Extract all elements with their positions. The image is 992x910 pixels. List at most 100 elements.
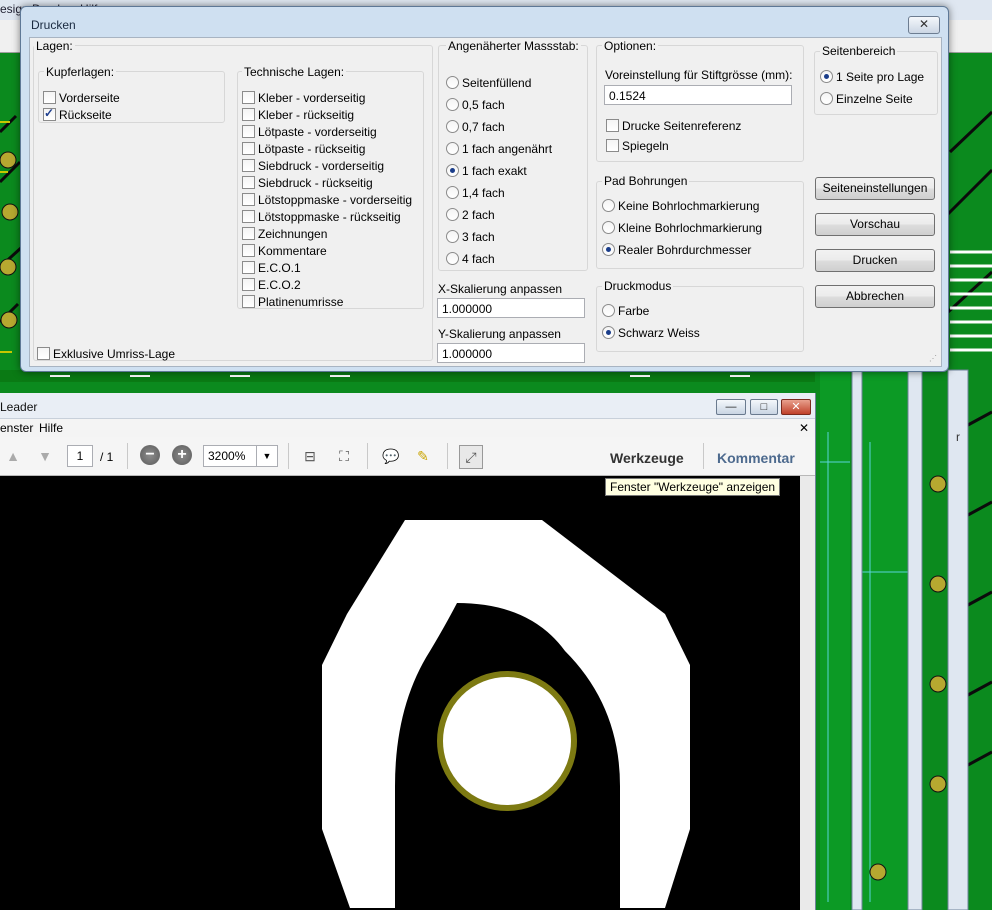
zoom-dropdown-icon[interactable]: ▼ — [256, 445, 278, 467]
technical-layer-label: Siebdruck - rückseitig — [258, 176, 373, 190]
next-page-icon[interactable]: ▼ — [34, 445, 56, 467]
fit-width-icon[interactable]: ⊟ — [299, 445, 321, 467]
technical-layer-checkbox[interactable] — [242, 295, 255, 308]
technical-layer-label: Lötpaste - vorderseitig — [258, 125, 377, 139]
technical-layer-checkbox[interactable] — [242, 108, 255, 121]
highlight-icon[interactable]: ✎ — [412, 445, 434, 467]
copper-layer-checkbox[interactable] — [43, 91, 56, 104]
pdf-reader-window: Leader — □ ✕ enster Hilfe ✕ ▲ ▼ 1 / 1 − … — [0, 393, 816, 910]
menu-item-help[interactable]: Hilfe — [39, 421, 63, 435]
page-reference-checkbox[interactable] — [606, 119, 619, 132]
technical-layer-checkbox[interactable] — [242, 261, 255, 274]
options-group-label: Optionen: — [602, 39, 659, 53]
layers-group-label: Lagen: — [34, 39, 75, 53]
dialog-title: Drucken — [31, 18, 76, 32]
menu-item-window[interactable]: enster — [0, 421, 33, 435]
zoom-out-icon[interactable]: − — [140, 445, 160, 465]
pen-size-input[interactable]: 0.1524 — [604, 85, 792, 105]
technical-layer-checkbox[interactable] — [242, 125, 255, 138]
print-mode-option-radio[interactable] — [602, 326, 615, 339]
technical-layer-checkbox[interactable] — [242, 142, 255, 155]
scale-option-radio[interactable] — [446, 98, 459, 111]
technical-layer-checkbox[interactable] — [242, 278, 255, 291]
pad-drill-option-radio[interactable] — [602, 221, 615, 234]
scale-option-radio[interactable] — [446, 230, 459, 243]
preview-button[interactable]: Vorschau — [815, 213, 935, 236]
technical-layer-checkbox[interactable] — [242, 227, 255, 240]
scale-option-radio[interactable] — [446, 252, 459, 265]
print-mode-group — [596, 286, 804, 352]
trace-stub — [487, 891, 527, 910]
exclusive-outline-checkbox[interactable] — [37, 347, 50, 360]
scale-option-radio[interactable] — [446, 164, 459, 177]
menubar-close-icon[interactable]: ✕ — [799, 421, 809, 435]
page-range-option-label: 1 Seite pro Lage — [836, 70, 925, 84]
y-scale-label: Y-Skalierung anpassen — [438, 327, 561, 341]
comment-button[interactable]: Kommentar — [717, 450, 795, 466]
copper-layer-checkbox[interactable] — [43, 106, 56, 121]
print-mode-option-label: Farbe — [618, 304, 650, 318]
technical-layer-label: Platinenumrisse — [258, 295, 344, 309]
scale-option-label: Seitenfüllend — [462, 76, 532, 90]
page-range-option-radio[interactable] — [820, 70, 833, 83]
scale-option-label: 1,4 fach — [462, 186, 505, 200]
technical-layer-label: E.C.O.1 — [258, 261, 301, 275]
scale-option-label: 3 fach — [462, 230, 495, 244]
scale-option-radio[interactable] — [446, 142, 459, 155]
scale-option-label: 0,5 fach — [462, 98, 505, 112]
maximize-button[interactable]: □ — [750, 399, 778, 415]
x-scale-input[interactable]: 1.000000 — [437, 298, 585, 318]
scale-option-radio[interactable] — [446, 186, 459, 199]
technical-layer-label: Kleber - rückseitig — [258, 108, 355, 122]
scale-option-label: 1 fach exakt — [462, 164, 527, 178]
reader-scrollbar[interactable] — [800, 476, 815, 910]
scale-option-radio[interactable] — [446, 208, 459, 221]
pcb-pad — [929, 675, 947, 693]
zoom-input[interactable]: 3200% — [203, 445, 257, 467]
print-mode-option-radio[interactable] — [602, 304, 615, 317]
mirror-label: Spiegeln — [622, 139, 669, 153]
scale-option-label: 0,7 fach — [462, 120, 505, 134]
dialog-body: Lagen: Kupferlagen: Vorderseite Rückseite… — [29, 37, 942, 367]
toolbar-separator — [447, 443, 448, 469]
pad-drill-option-label: Keine Bohrlochmarkierung — [618, 199, 760, 213]
print-button[interactable]: Drucken — [815, 249, 935, 272]
cancel-button[interactable]: Abbrechen — [815, 285, 935, 308]
previous-page-icon[interactable]: ▲ — [2, 445, 24, 467]
mirror-checkbox[interactable] — [606, 139, 619, 152]
technical-layer-checkbox[interactable] — [242, 176, 255, 189]
technical-layer-checkbox[interactable] — [242, 210, 255, 223]
scale-option-radio[interactable] — [446, 76, 459, 89]
pad-drill-group-label: Pad Bohrungen — [602, 174, 690, 188]
pcb-pad — [0, 151, 17, 169]
fullscreen-icon[interactable]: ⤢ — [459, 445, 483, 469]
pad-drill-option-label: Kleine Bohrlochmarkierung — [618, 221, 763, 235]
pad-drill-option-radio[interactable] — [602, 243, 615, 256]
pad-drill-option-radio[interactable] — [602, 199, 615, 212]
reader-title: Leader — [0, 400, 38, 414]
page-range-option-radio[interactable] — [820, 92, 833, 105]
y-scale-input[interactable]: 1.000000 — [437, 343, 585, 363]
page-number-input[interactable]: 1 — [67, 445, 93, 467]
zoom-in-icon[interactable]: + — [172, 445, 192, 465]
print-dialog: Drucken ✕ Lagen: Kupferlagen: Vorderseit… — [20, 6, 949, 372]
page-setup-button[interactable]: Seiteneinstellungen — [815, 177, 935, 200]
dialog-close-button[interactable]: ✕ — [908, 16, 940, 34]
technical-layer-checkbox[interactable] — [242, 244, 255, 257]
pcb-pad — [0, 258, 17, 276]
scale-group-label: Angenäherter Massstab: — [446, 39, 581, 53]
fit-page-icon[interactable]: ⛶ — [333, 445, 355, 467]
tools-button[interactable]: Werkzeuge — [610, 450, 684, 466]
technical-layer-checkbox[interactable] — [242, 193, 255, 206]
resize-grip-icon[interactable]: ⋰ — [929, 354, 939, 364]
window-close-button[interactable]: ✕ — [781, 399, 811, 415]
technical-layer-checkbox[interactable] — [242, 91, 255, 104]
scale-option-radio[interactable] — [446, 120, 459, 133]
document-view[interactable] — [0, 476, 815, 910]
pad-drill-option-label: Realer Bohrdurchmesser — [618, 243, 752, 257]
technical-layer-label: Kommentare — [258, 244, 327, 258]
technical-layer-checkbox[interactable] — [242, 159, 255, 172]
reader-toolbar: ▲ ▼ 1 / 1 − + 3200% ▼ ⊟ ⛶ 💬 ✎ ⤢ Werkzeug… — [0, 437, 815, 476]
comment-icon[interactable]: 💬 — [380, 445, 402, 467]
minimize-button[interactable]: — — [716, 399, 746, 415]
